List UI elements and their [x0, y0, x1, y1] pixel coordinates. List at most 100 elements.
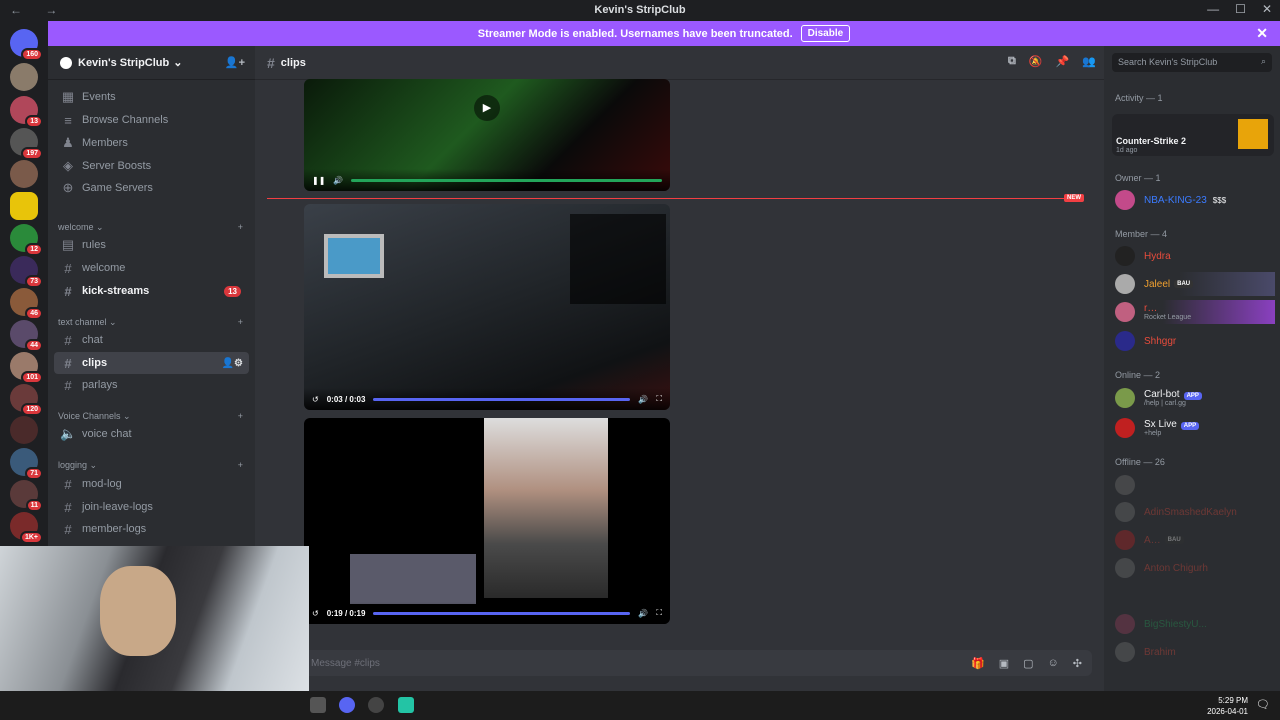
seek-bar[interactable] — [373, 611, 631, 615]
category-logging[interactable]: logging ⌄ + — [58, 460, 243, 471]
member-owner[interactable]: NBA-KING-23 $$$ — [1115, 188, 1275, 212]
pin-icon[interactable]: 📌 — [1056, 55, 1070, 68]
member-offline[interactable]: BigShiestyU... — [1115, 612, 1275, 636]
notifications-icon[interactable]: 🔕 — [1029, 55, 1043, 68]
member-offline[interactable]: A… BAU — [1115, 528, 1275, 552]
new-messages-divider — [267, 198, 1082, 199]
gift-icon[interactable]: 🎁 — [971, 657, 985, 670]
member-offline[interactable] — [1115, 473, 1275, 497]
server-icon[interactable]: 46 — [10, 288, 43, 320]
sidebar-item-browse[interactable]: ≡ Browse Channels — [54, 109, 249, 131]
volume-icon[interactable]: 🔊 — [333, 176, 343, 185]
hash-icon: # — [64, 476, 72, 492]
channel-parlays[interactable]: # parlays — [54, 374, 249, 396]
member-bot[interactable]: Sx Live APP +help — [1115, 416, 1275, 440]
sidebar-item-game-servers[interactable]: ⊕ Game Servers — [54, 177, 249, 199]
boost-icon: ◈ — [63, 158, 73, 173]
channel-rules[interactable]: ▤ rules — [54, 234, 249, 256]
avatar — [1115, 388, 1135, 408]
member-item[interactable]: Shhggr — [1115, 329, 1275, 353]
server-icon[interactable]: 101 — [10, 352, 43, 384]
obs-icon[interactable] — [398, 697, 414, 713]
app-icon[interactable] — [368, 697, 384, 713]
threads-icon[interactable]: ⧉ — [1008, 55, 1016, 68]
video-clip[interactable]: ↺ 0:03 / 0:03 🔊 ⛶ — [304, 204, 670, 410]
fullscreen-icon[interactable]: ⛶ — [656, 608, 662, 618]
discord-icon[interactable] — [339, 697, 355, 713]
channel-welcome[interactable]: # welcome — [54, 257, 249, 279]
server-icon[interactable]: 44 — [10, 320, 43, 352]
server-icon[interactable] — [10, 416, 38, 444]
invite-icon[interactable]: 👤+ — [225, 56, 245, 69]
channel-member-logs[interactable]: # member-logs — [54, 518, 249, 540]
server-icon[interactable]: 73 — [10, 256, 43, 288]
server-icon[interactable]: 120 — [10, 384, 43, 416]
channel-mod-log[interactable]: # mod-log — [54, 473, 249, 495]
member-offline[interactable]: AdinSmashedKaelyn — [1115, 500, 1275, 524]
disable-button[interactable]: Disable — [800, 25, 851, 42]
notification-icon[interactable]: 🗨 — [1256, 698, 1270, 711]
sticker-icon[interactable]: ▢ — [1023, 657, 1033, 670]
server-icon[interactable]: 11 — [10, 480, 43, 512]
video-clip[interactable]: ▶ ❚❚ 🔊 — [304, 79, 670, 191]
close-icon[interactable]: ✕ — [1256, 25, 1268, 42]
message-input[interactable]: Message #clips 🎁 ▣ ▢ ☺ ✣ — [267, 650, 1092, 676]
channel-chat[interactable]: # chat — [54, 329, 249, 351]
replay-icon[interactable]: ↺ — [312, 395, 319, 404]
server-icon[interactable]: 12 — [10, 224, 43, 256]
server-icon[interactable] — [10, 160, 38, 188]
window-controls[interactable]: — ☐ ✕ — [1207, 2, 1272, 16]
dm-home-button[interactable]: 160 — [10, 29, 43, 61]
seek-bar[interactable] — [373, 397, 631, 401]
seek-bar[interactable] — [351, 178, 662, 182]
browse-icon: ≡ — [64, 112, 72, 128]
channel-clips[interactable]: # clips 👤⚙ — [54, 352, 249, 374]
search-input[interactable]: Search Kevin's StripClub ⌕ — [1112, 53, 1272, 72]
offline-header: Offline — 26 — [1115, 457, 1165, 467]
category-text-channel[interactable]: text channel ⌄ + — [58, 317, 243, 328]
video-clip[interactable]: ↺ 0:19 / 0:19 🔊 ⛶ — [304, 418, 670, 624]
fullscreen-icon[interactable]: ⛶ — [656, 394, 662, 404]
gif-icon[interactable]: ▣ — [999, 657, 1009, 670]
volume-icon[interactable]: 🔊 — [638, 609, 648, 618]
channel-kick-streams[interactable]: # kick-streams 13 — [54, 280, 249, 302]
server-icon[interactable]: 71 — [10, 448, 43, 480]
member-item[interactable]: r… Rocket League — [1115, 300, 1275, 324]
replay-icon[interactable]: ↺ — [312, 609, 319, 618]
activity-card[interactable]: Counter-Strike 2 1d ago — [1112, 114, 1274, 156]
guild-header[interactable]: Kevin's StripClub ⌄ 👤+ — [48, 46, 255, 80]
server-icon[interactable]: 1K+ — [10, 512, 43, 544]
server-icon[interactable] — [10, 192, 38, 220]
member-item[interactable]: Hydra — [1115, 244, 1275, 268]
sidebar-item-boosts[interactable]: ◈ Server Boosts — [54, 155, 249, 177]
server-icon[interactable] — [10, 63, 38, 91]
member-offline[interactable]: Anton Chigurh — [1115, 556, 1275, 580]
video-controls[interactable]: ❚❚ 🔊 — [304, 169, 670, 191]
member-item[interactable]: Jaleel BAU — [1115, 272, 1275, 296]
sidebar-item-events[interactable]: ▦ Events — [54, 86, 249, 108]
file-explorer-icon[interactable] — [310, 697, 326, 713]
video-controls[interactable]: ↺ 0:03 / 0:03 🔊 ⛶ — [304, 388, 670, 410]
system-clock[interactable]: 5:29 PM 2026-04-01 — [1207, 695, 1248, 717]
apps-icon[interactable]: ✣ — [1073, 657, 1082, 670]
play-icon[interactable]: ▶ — [474, 95, 500, 121]
volume-icon[interactable]: 🔊 — [638, 395, 648, 404]
message-placeholder: Message #clips — [311, 657, 380, 669]
member-bot[interactable]: Carl-bot APP/help | carl.gg — [1115, 386, 1275, 410]
server-icon[interactable]: 197 — [10, 128, 43, 160]
hash-icon: # — [64, 377, 72, 393]
channel-voice-chat[interactable]: 🔈 voice chat — [54, 423, 249, 445]
category-voice[interactable]: Voice Channels ⌄ + — [58, 411, 243, 422]
category-welcome[interactable]: welcome ⌄ + — [58, 222, 243, 233]
server-icon[interactable]: 13 — [10, 96, 43, 128]
banner-text: Streamer Mode is enabled. Usernames have… — [477, 27, 793, 40]
video-controls[interactable]: ↺ 0:19 / 0:19 🔊 ⛶ — [304, 602, 670, 624]
channel-join-leave[interactable]: # join-leave-logs — [54, 496, 249, 518]
emoji-icon[interactable]: ☺ — [1048, 657, 1059, 670]
pause-icon[interactable]: ❚❚ — [312, 176, 325, 185]
member-offline[interactable]: Brahim — [1115, 640, 1275, 664]
hash-icon: # — [64, 283, 72, 299]
vertical-video — [484, 418, 608, 598]
sidebar-item-members[interactable]: ♟ Members — [54, 132, 249, 154]
member-list-icon[interactable]: 👥 — [1082, 55, 1096, 68]
